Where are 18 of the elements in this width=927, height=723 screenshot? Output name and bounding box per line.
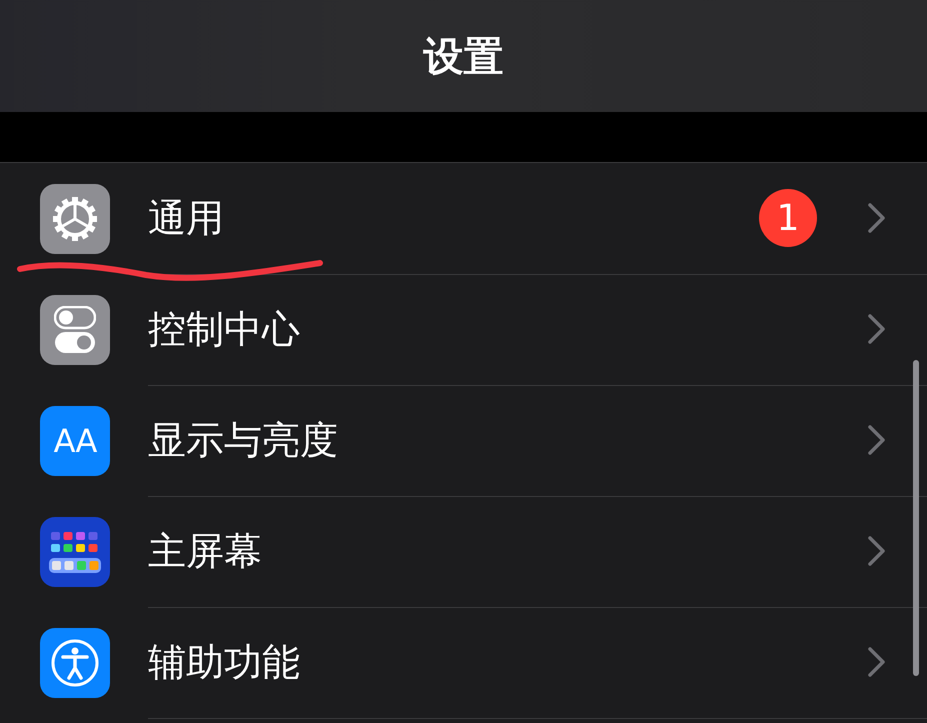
row-label: 通用 bbox=[148, 194, 225, 242]
home-screen-icon bbox=[40, 516, 110, 586]
row-label: 辅助功能 bbox=[148, 638, 301, 686]
chevron-icon bbox=[867, 535, 887, 567]
row-label: 主屏幕 bbox=[148, 528, 263, 574]
page-title: 设置 bbox=[424, 32, 504, 82]
chevron-icon bbox=[867, 202, 887, 234]
accessibility-icon bbox=[40, 628, 110, 698]
display-icon: AA bbox=[40, 406, 110, 476]
toggles-icon bbox=[40, 294, 110, 364]
chevron-icon bbox=[867, 313, 887, 345]
settings-row[interactable]: 通用 1 bbox=[148, 162, 927, 274]
gear-icon bbox=[40, 184, 110, 254]
chevron-icon bbox=[867, 424, 887, 456]
row-label: 显示与亮度 bbox=[148, 416, 339, 464]
notification-badge: 1 bbox=[759, 189, 817, 247]
row-label: 控制中心 bbox=[148, 306, 301, 352]
chevron-icon bbox=[867, 646, 887, 678]
